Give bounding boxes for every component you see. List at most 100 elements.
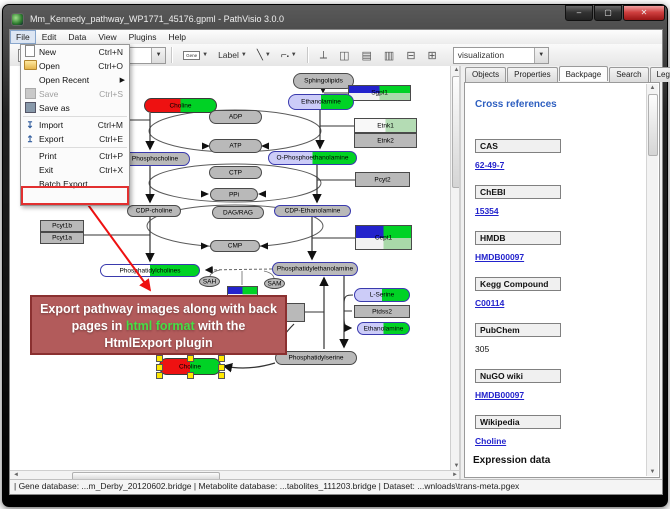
node-sah[interactable]: SAH	[199, 276, 220, 287]
node-cdp-choline[interactable]: CDP-choline	[127, 205, 181, 217]
file-menu-item-import[interactable]: ↧ImportCtrl+M	[21, 118, 129, 132]
label-tool-button[interactable]: Label ▼	[214, 48, 251, 62]
align-top-icon[interactable]: ⊟	[406, 49, 415, 62]
menu-edit[interactable]: Edit	[36, 30, 63, 44]
node-adp[interactable]: ADP	[209, 110, 262, 124]
node-pcyt1a[interactable]: Pcyt1a	[40, 232, 84, 244]
file-menu-item-open[interactable]: OpenCtrl+O	[21, 59, 129, 73]
node-l-serine[interactable]: L-Serine	[354, 288, 410, 302]
xref-link[interactable]: C00114	[475, 298, 504, 308]
node-sam[interactable]: SAM	[264, 278, 285, 289]
file-menu-item-open-recent[interactable]: Open Recent▶	[21, 73, 129, 87]
tab-properties[interactable]: Properties	[507, 67, 557, 82]
xref-section-chebi: ChEBI	[475, 185, 561, 199]
gene-tool-button[interactable]: Gene ▼	[179, 49, 212, 62]
node-cdp-ethanolamine[interactable]: CDP-Ethanolamine	[274, 205, 351, 217]
menu-help[interactable]: Help	[163, 30, 192, 44]
file-menu-item-export[interactable]: ↥ExportCtrl+E	[21, 132, 129, 146]
minimize-button[interactable]: –	[565, 5, 593, 21]
align-center-x-icon[interactable]: ⟂	[320, 49, 327, 62]
node-label: PPi	[211, 191, 257, 198]
visualization-combobox[interactable]: visualization ▼	[453, 47, 549, 64]
chevron-down-icon[interactable]: ▼	[265, 52, 271, 58]
tab-search[interactable]: Search	[609, 67, 648, 82]
node-phosphatidylcholines[interactable]: Phosphatidylcholines	[100, 264, 200, 277]
scroll-right-icon[interactable]: ►	[451, 472, 459, 478]
title-bar[interactable]: Mm_Kennedy_pathway_WP1771_45176.gpml - P…	[11, 9, 659, 29]
alignment-buttons: ⟂ ◫ ▤ ▥ ⊟ ⊞	[314, 49, 443, 62]
node-phosphatidylethanolamine[interactable]: Phosphatidylethanolamine	[272, 262, 358, 276]
tab-legend[interactable]: Legend	[650, 67, 670, 82]
selection-handle[interactable]	[218, 364, 225, 371]
node-cmp[interactable]: CMP	[210, 240, 260, 252]
chevron-down-icon[interactable]: ▼	[241, 52, 247, 58]
node-pcyt1b[interactable]: Pcyt1b	[40, 220, 84, 232]
node-choline-top[interactable]: Choline	[144, 98, 217, 113]
file-menu-dropdown: NewCtrl+NOpenCtrl+OOpen Recent▶SaveCtrl+…	[20, 44, 130, 206]
menu-view[interactable]: View	[92, 30, 122, 44]
selection-handle[interactable]	[187, 372, 194, 379]
node-phosphocholine[interactable]: Phosphocholine	[120, 152, 190, 166]
menu-plugins[interactable]: Plugins	[123, 30, 163, 44]
scroll-up-icon[interactable]: ▲	[647, 85, 658, 91]
chevron-down-icon[interactable]: ▼	[202, 52, 208, 58]
selection-handle[interactable]	[156, 355, 163, 362]
panel-scrollbar[interactable]: ▲ ▼	[646, 84, 658, 476]
node-label: ADP	[210, 113, 261, 120]
align-center-y-icon[interactable]: ◫	[339, 49, 349, 62]
node-etnk2[interactable]: Etnk2	[354, 133, 417, 148]
line-tool-button[interactable]: ╲ ▼	[253, 48, 275, 63]
xref-value: HMDB00097	[475, 390, 524, 400]
node-ethanolamine-bottom[interactable]: Ethanolamine	[357, 322, 410, 335]
tab-objects[interactable]: Objects	[465, 67, 506, 82]
xref-link[interactable]: 15354	[475, 206, 499, 216]
close-button[interactable]: ✕	[623, 5, 665, 21]
node-label: Etnk2	[355, 137, 416, 144]
visualization-dropdown-icon[interactable]: ▼	[534, 48, 548, 63]
menu-separator	[23, 116, 127, 117]
stack-horizontal-icon[interactable]: ▤	[362, 49, 372, 62]
maximize-button[interactable]: ▢	[594, 5, 622, 21]
selection-handle[interactable]	[218, 355, 225, 362]
node-label: Sphingolipids	[294, 77, 353, 84]
node-label: Phosphocholine	[121, 155, 189, 162]
selection-handle[interactable]	[218, 372, 225, 379]
file-menu-item-print[interactable]: PrintCtrl+P	[21, 149, 129, 163]
selection-handle[interactable]	[187, 355, 194, 362]
node-o-phosphoethanolamine[interactable]: O-Phosphoethanolamine	[268, 151, 357, 165]
node-atp[interactable]: ATP	[209, 139, 262, 153]
node-etnk1[interactable]: Etnk1	[354, 118, 417, 133]
file-menu-item-save-as[interactable]: Save as	[21, 101, 129, 115]
xref-link[interactable]: HMDB00097	[475, 252, 524, 262]
xref-link[interactable]: 62-49-7	[475, 160, 504, 170]
connector-tool-button[interactable]: ⌐▪ ▼	[277, 48, 301, 63]
xref-value: Choline	[475, 436, 506, 446]
node-pcyt2[interactable]: Pcyt2	[355, 172, 410, 187]
node-label: DAG/RAG	[213, 209, 263, 216]
scroll-left-icon[interactable]: ◄	[12, 472, 20, 478]
align-left-icon[interactable]: ⊞	[428, 49, 437, 62]
node-ctp[interactable]: CTP	[209, 166, 262, 179]
menu-file[interactable]: File	[10, 30, 36, 44]
menu-data[interactable]: Data	[62, 30, 92, 44]
node-cept1[interactable]: Cept1	[355, 225, 412, 250]
xref-link[interactable]: HMDB00097	[475, 390, 524, 400]
file-menu-item-new[interactable]: NewCtrl+N	[21, 45, 129, 59]
selection-handle[interactable]	[156, 372, 163, 379]
node-dag[interactable]: DAG/RAG	[212, 206, 264, 219]
node-phosphatidylserine[interactable]: Phosphatidylserine	[275, 351, 357, 365]
file-menu-item-exit[interactable]: ExitCtrl+X	[21, 163, 129, 177]
zoom-dropdown-icon[interactable]: ▼	[151, 48, 165, 63]
scroll-down-icon[interactable]: ▼	[647, 469, 658, 475]
node-label: O-Phosphoethanolamine	[269, 154, 356, 161]
stack-vertical-icon[interactable]: ▥	[384, 49, 394, 62]
node-ptdss2[interactable]: Ptdss2	[354, 305, 410, 318]
node-ethanolamine-top[interactable]: Ethanolamine	[288, 94, 354, 110]
selection-handle[interactable]	[156, 364, 163, 371]
node-sphingolipids[interactable]: Sphingolipids	[293, 73, 354, 89]
xref-link[interactable]: Choline	[475, 436, 506, 446]
chevron-down-icon[interactable]: ▼	[291, 52, 297, 58]
tab-backpage[interactable]: Backpage	[559, 66, 609, 81]
node-sgpl1[interactable]: Sgpl1	[348, 85, 411, 101]
node-ppi[interactable]: PPi	[210, 188, 258, 201]
